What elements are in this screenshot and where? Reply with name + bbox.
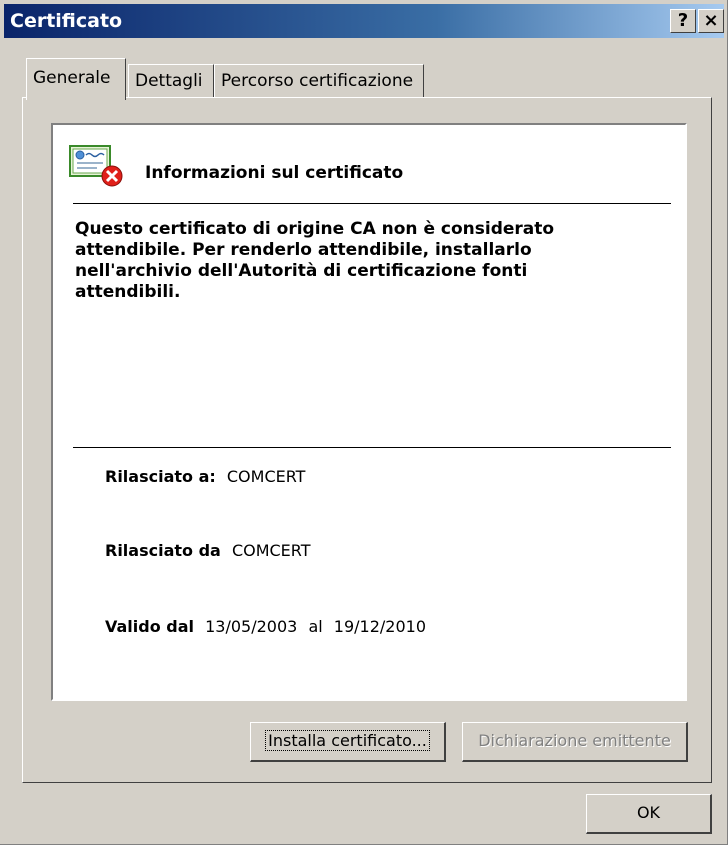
valid-from-value: 13/05/2003 <box>205 617 298 636</box>
divider <box>73 447 671 448</box>
ok-button[interactable]: OK <box>586 794 712 834</box>
certificate-error-icon <box>69 145 123 187</box>
issued-by-row: Rilasciato da COMCERT <box>105 541 311 560</box>
install-certificate-button[interactable]: Installa certificato... <box>250 722 446 762</box>
tab-generale[interactable]: Generale <box>26 58 126 100</box>
tab-dettagli[interactable]: Dettagli <box>128 64 214 98</box>
trust-warning-text: Questo certificato di origine CA non è c… <box>75 219 555 302</box>
certificate-dialog: Certificato ? × Generale Dettagli Percor… <box>0 0 728 845</box>
tab-panel-generale: Informazioni sul certificato Questo cert… <box>22 97 712 783</box>
window-title: Certificato <box>10 10 123 32</box>
valid-from-label: Valido dal <box>105 617 195 636</box>
install-certificate-label: Installa certificato... <box>265 730 430 751</box>
valid-to-label: al <box>308 617 323 636</box>
issued-to-label: Rilasciato a: <box>105 467 216 486</box>
issued-to-row: Rilasciato a: COMCERT <box>105 467 305 486</box>
validity-row: Valido dal 13/05/2003 al 19/12/2010 <box>105 617 426 636</box>
close-button[interactable]: × <box>698 9 724 33</box>
help-button[interactable]: ? <box>670 9 696 33</box>
certificate-info-header: Informazioni sul certificato <box>145 163 404 183</box>
issuer-statement-button[interactable]: Dichiarazione emittente <box>462 722 688 762</box>
tab-percorso-certificazione[interactable]: Percorso certificazione <box>214 64 424 98</box>
valid-to-value: 19/12/2010 <box>333 617 426 636</box>
issued-by-value: COMCERT <box>231 541 311 560</box>
issued-to-value: COMCERT <box>226 467 306 486</box>
divider <box>73 203 671 204</box>
title-bar[interactable]: Certificato ? × <box>4 4 724 38</box>
issued-by-label: Rilasciato da <box>105 541 221 560</box>
certificate-info-box: Informazioni sul certificato Questo cert… <box>51 123 687 701</box>
